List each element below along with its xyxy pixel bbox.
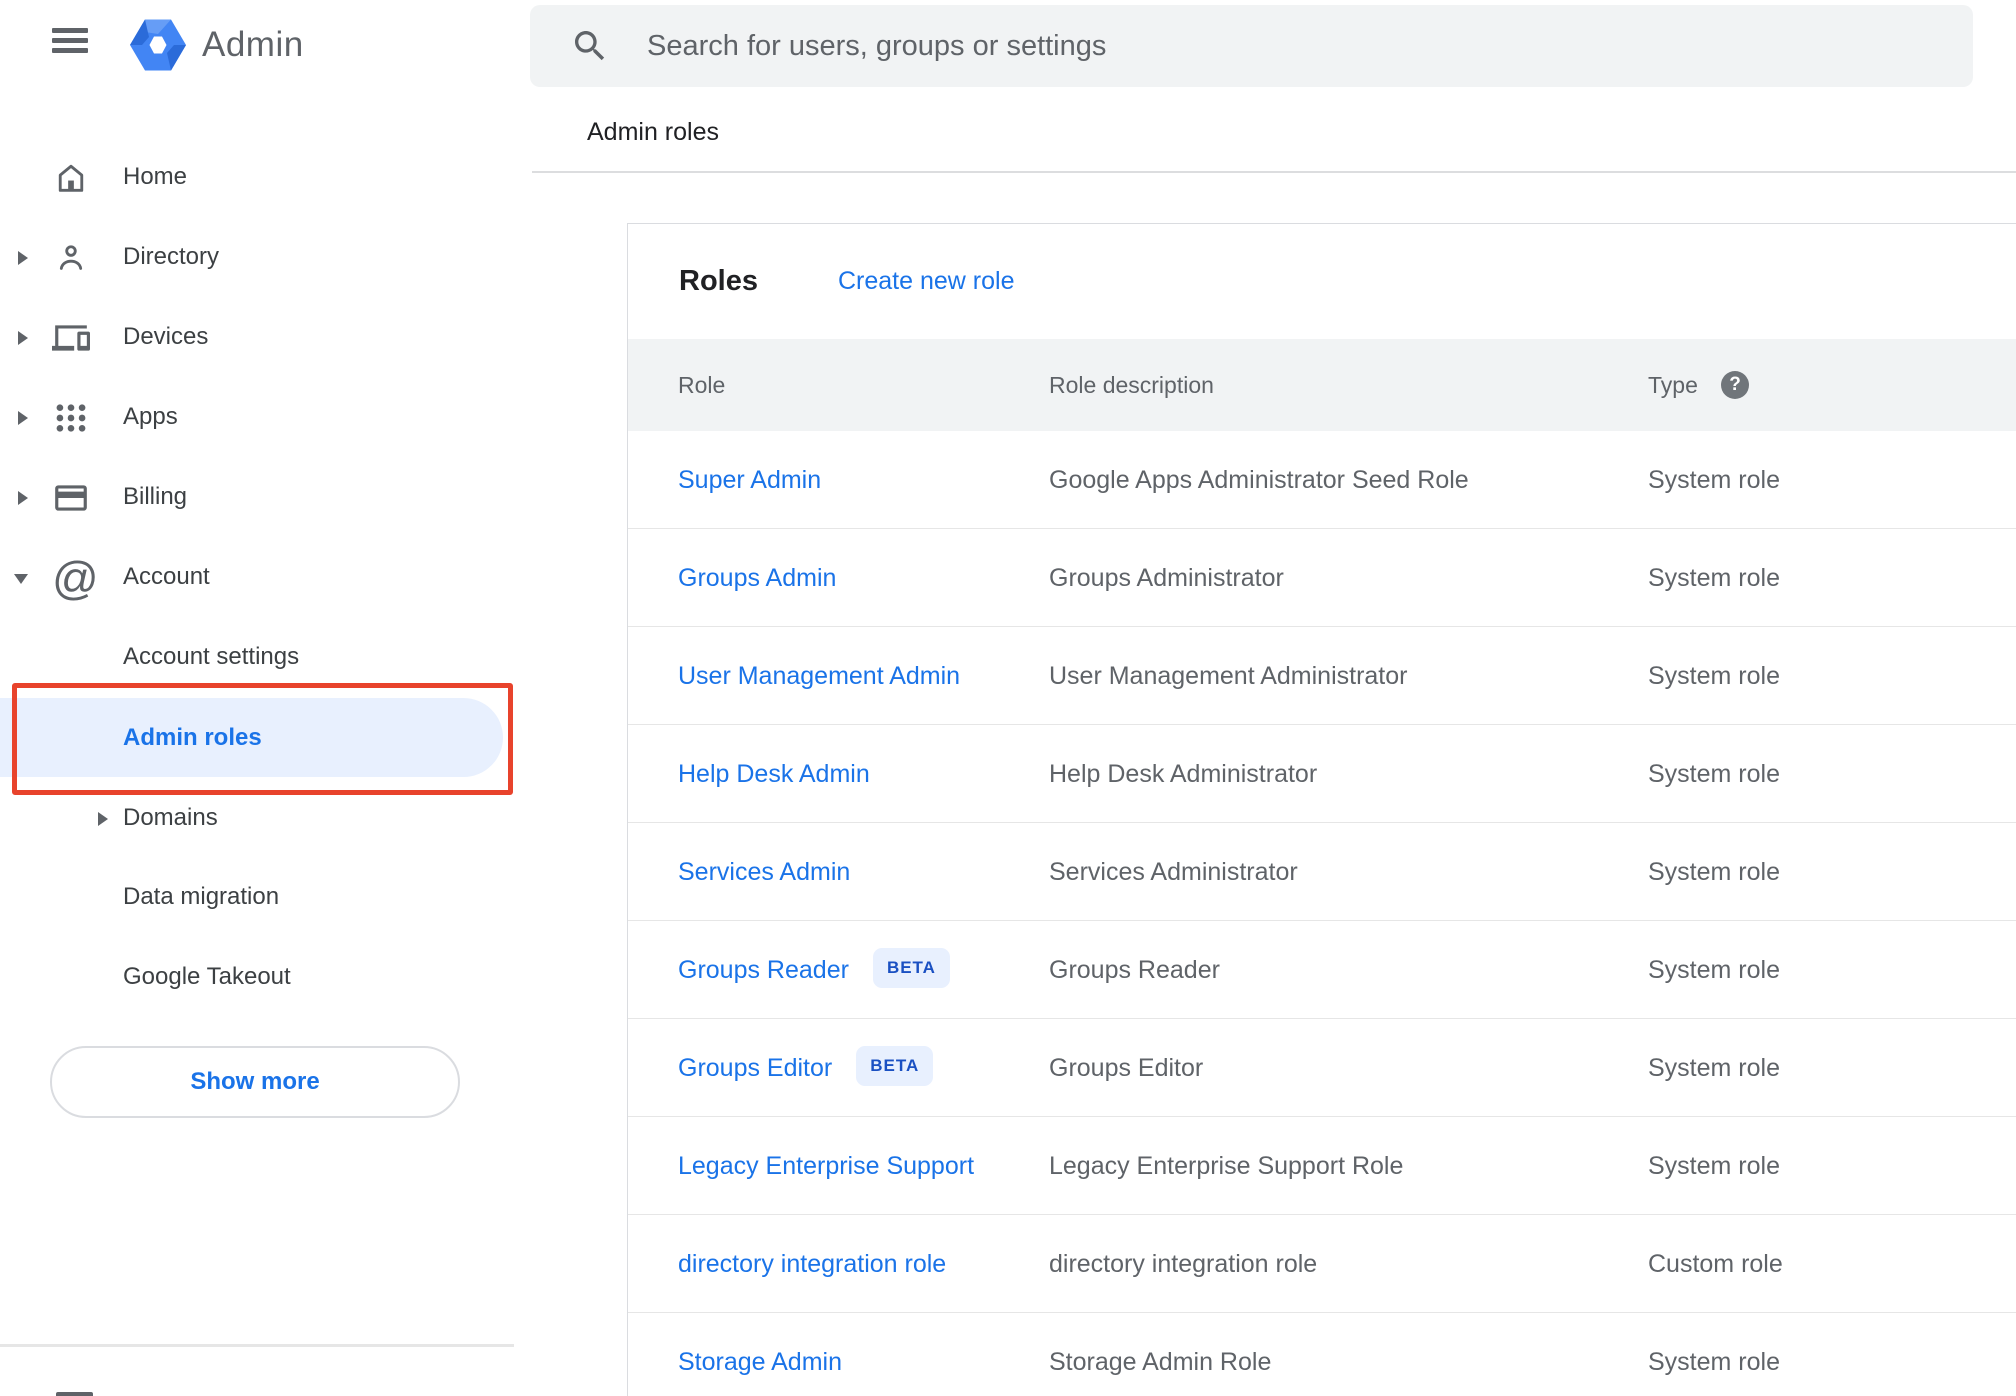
role-type: System role bbox=[1648, 760, 1780, 788]
role-link[interactable]: Storage Admin bbox=[678, 1313, 842, 1396]
billing-icon bbox=[52, 479, 90, 517]
sidebar-item-directory[interactable]: Directory bbox=[0, 227, 514, 287]
beta-badge: BETA bbox=[872, 948, 950, 989]
column-header-description: Role description bbox=[1049, 372, 1214, 398]
role-type: System role bbox=[1648, 1152, 1780, 1180]
table-row: Legacy Enterprise Support Legacy Enterpr… bbox=[628, 1117, 2016, 1215]
role-description: Legacy Enterprise Support Role bbox=[1049, 1152, 1404, 1180]
sidebar-item-account[interactable]: @ Account bbox=[0, 547, 514, 607]
sidebar: Admin Home Directory Devices Apps Billin… bbox=[0, 0, 514, 1396]
role-type: System role bbox=[1648, 564, 1780, 592]
role-type: System role bbox=[1648, 466, 1780, 494]
admin-console-screen: Admin Home Directory Devices Apps Billin… bbox=[0, 0, 2016, 1396]
role-description: Groups Administrator bbox=[1049, 564, 1284, 592]
breadcrumb: Admin roles bbox=[587, 118, 719, 146]
search-input[interactable]: Search for users, groups or settings bbox=[530, 5, 1973, 87]
role-link[interactable]: Services Admin bbox=[678, 823, 850, 921]
sidebar-item-data-migration[interactable]: Data migration bbox=[0, 867, 514, 927]
sidebar-item-label: Account bbox=[123, 563, 210, 590]
roles-table-header: Role Role description Type ? bbox=[628, 339, 2016, 431]
role-link[interactable]: Help Desk Admin bbox=[678, 725, 870, 823]
table-row: Help Desk Admin Help Desk Administrator … bbox=[628, 725, 2016, 823]
column-header-type: Type bbox=[1648, 372, 1698, 398]
role-description: Google Apps Administrator Seed Role bbox=[1049, 466, 1469, 494]
role-description: Services Administrator bbox=[1049, 858, 1298, 886]
role-link[interactable]: Legacy Enterprise Support bbox=[678, 1117, 974, 1215]
chevron-right-icon[interactable] bbox=[18, 491, 28, 505]
apps-icon bbox=[52, 399, 90, 437]
sidebar-item-google-takeout[interactable]: Google Takeout bbox=[0, 947, 514, 1007]
role-type: System role bbox=[1648, 1348, 1780, 1376]
sidebar-item-home[interactable]: Home bbox=[0, 147, 514, 207]
table-row: directory integration role directory int… bbox=[628, 1215, 2016, 1313]
role-type: System role bbox=[1648, 956, 1780, 984]
admin-logo-icon bbox=[128, 15, 188, 75]
table-row: Super Admin Google Apps Administrator Se… bbox=[628, 431, 2016, 529]
sidebar-item-label: Admin roles bbox=[123, 724, 262, 751]
role-link[interactable]: Groups Editor BETA bbox=[678, 1019, 934, 1117]
sidebar-item-label: Home bbox=[123, 163, 188, 190]
hamburger-menu-icon[interactable] bbox=[52, 28, 88, 54]
table-row: Groups Reader BETA Groups Reader System r… bbox=[628, 921, 2016, 1019]
card-title: Roles bbox=[679, 265, 758, 297]
role-description: Help Desk Administrator bbox=[1049, 760, 1318, 788]
role-type: System role bbox=[1648, 858, 1780, 886]
devices-icon bbox=[52, 319, 90, 357]
sidebar-item-admin-roles[interactable]: Admin roles bbox=[0, 698, 503, 777]
sidebar-item-account-settings[interactable]: Account settings bbox=[0, 627, 514, 687]
role-link[interactable]: User Management Admin bbox=[678, 627, 960, 725]
partial-clipped-icon bbox=[56, 1392, 93, 1396]
role-type: Custom role bbox=[1648, 1250, 1783, 1278]
sidebar-item-label: Account settings bbox=[123, 643, 300, 670]
show-more-button[interactable]: Show more bbox=[50, 1046, 460, 1118]
sidebar-item-billing[interactable]: Billing bbox=[0, 467, 514, 527]
sidebar-item-label: Google Takeout bbox=[123, 963, 291, 990]
search-icon bbox=[570, 26, 610, 66]
table-row: Storage Admin Storage Admin Role System … bbox=[628, 1313, 2016, 1396]
sidebar-item-domains[interactable]: Domains bbox=[0, 788, 514, 848]
role-link[interactable]: directory integration role bbox=[678, 1215, 946, 1313]
search-placeholder: Search for users, groups or settings bbox=[647, 30, 1107, 62]
sidebar-item-label: Directory bbox=[123, 243, 220, 270]
roles-table-body: Super Admin Google Apps Administrator Se… bbox=[628, 431, 2016, 1396]
app-title: Admin bbox=[202, 25, 304, 64]
sidebar-item-label: Data migration bbox=[123, 883, 280, 910]
role-type: System role bbox=[1648, 662, 1780, 690]
sidebar-item-label: Billing bbox=[123, 483, 188, 510]
table-row: Groups Editor BETA Groups Editor System r… bbox=[628, 1019, 2016, 1117]
create-new-role-link[interactable]: Create new role bbox=[838, 224, 1014, 339]
sidebar-item-label: Devices bbox=[123, 323, 209, 350]
role-description: Groups Editor bbox=[1049, 1054, 1204, 1082]
column-header-role: Role bbox=[678, 372, 726, 398]
sidebar-divider bbox=[0, 1344, 514, 1347]
role-link[interactable]: Groups Reader BETA bbox=[678, 921, 950, 1019]
role-description: Groups Reader bbox=[1049, 956, 1220, 984]
beta-badge: BETA bbox=[856, 1046, 934, 1087]
sidebar-item-devices[interactable]: Devices bbox=[0, 307, 514, 367]
home-icon bbox=[52, 159, 90, 197]
person-icon bbox=[52, 239, 90, 277]
at-icon: @ bbox=[52, 552, 99, 604]
role-type: System role bbox=[1648, 1054, 1780, 1082]
role-description: Storage Admin Role bbox=[1049, 1348, 1272, 1376]
help-icon[interactable]: ? bbox=[1721, 371, 1749, 399]
chevron-right-icon[interactable] bbox=[18, 251, 28, 265]
chevron-right-icon[interactable] bbox=[18, 331, 28, 345]
sidebar-item-label: Apps bbox=[123, 403, 178, 430]
header-divider bbox=[532, 171, 2016, 173]
table-row: User Management Admin User Management Ad… bbox=[628, 627, 2016, 725]
sidebar-item-label: Domains bbox=[123, 804, 218, 831]
chevron-right-icon[interactable] bbox=[18, 411, 28, 425]
sidebar-item-apps[interactable]: Apps bbox=[0, 387, 514, 447]
role-description: User Management Administrator bbox=[1049, 662, 1408, 690]
chevron-right-icon[interactable] bbox=[98, 812, 108, 826]
role-link[interactable]: Groups Admin bbox=[678, 529, 836, 627]
chevron-down-icon[interactable] bbox=[14, 574, 28, 584]
role-link[interactable]: Super Admin bbox=[678, 431, 821, 529]
table-row: Services Admin Services Administrator Sy… bbox=[628, 823, 2016, 921]
roles-card: Roles Create new role Role Role descript… bbox=[627, 223, 2016, 1396]
table-row: Groups Admin Groups Administrator System… bbox=[628, 529, 2016, 627]
role-description: directory integration role bbox=[1049, 1250, 1318, 1278]
